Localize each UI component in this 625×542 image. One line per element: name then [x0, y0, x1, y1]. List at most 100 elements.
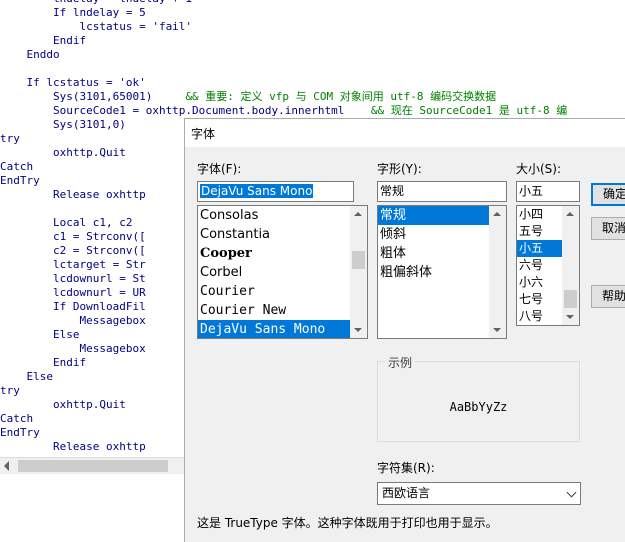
code-text: c2 = Strconv([	[0, 244, 146, 257]
code-text: Catch	[0, 412, 34, 425]
code-text: oxhttp.Quit	[0, 146, 126, 159]
code-text: SourceCode1 = oxhttp.Document.body.inner…	[0, 104, 371, 117]
list-item[interactable]: 小六	[517, 274, 562, 291]
font-style-value: 常规	[380, 184, 405, 198]
code-comment: && 现在 SourceCode1 是 utf-8 编	[370, 104, 568, 117]
code-text: Else	[0, 328, 80, 341]
code-text: try	[0, 384, 20, 397]
scroll-up-icon[interactable]	[493, 212, 501, 216]
code-text: Enddo	[0, 48, 60, 61]
code-text: c1 = Strconv([	[0, 230, 146, 243]
font-size-input[interactable]: 小五	[516, 181, 580, 202]
font-size-list[interactable]: 小四 五号 小五 六号 小六 七号 八号	[516, 205, 580, 326]
style-list-scrollbar[interactable]	[489, 206, 506, 338]
code-text: Sys(3101,0)	[0, 118, 126, 131]
ok-button[interactable]: 确定	[591, 183, 625, 206]
scroll-left-icon[interactable]	[4, 461, 9, 471]
style-label: 字形(Y):	[377, 162, 422, 176]
code-text: lcstatus = 'fail'	[0, 20, 193, 33]
scroll-down-icon[interactable]	[493, 328, 501, 332]
scroll-down-icon[interactable]	[354, 328, 362, 332]
code-text: Else	[0, 370, 53, 383]
scrollbar-thumb[interactable]	[564, 290, 577, 308]
charset-label: 字符集(R):	[377, 461, 435, 475]
code-text: lcdownurl = UR	[0, 286, 146, 299]
font-name-value: DejaVu Sans Mono	[200, 184, 314, 198]
code-line: Sys(3101,65001) && 重要: 定义 vfp 与 COM 对象间用…	[0, 90, 567, 104]
list-item[interactable]: 七号	[517, 291, 562, 308]
size-list-scrollbar[interactable]	[562, 206, 579, 325]
charset-select[interactable]: 西欧语言	[377, 482, 581, 505]
code-comment: && 重要: 定义 vfp 与 COM 对象间用 utf-8 编码交换数据	[185, 90, 497, 103]
code-text: Release oxhttp	[0, 188, 146, 201]
code-text: lcdownurl = St	[0, 272, 146, 285]
sample-label: 示例	[385, 354, 416, 371]
cancel-button[interactable]: 取消	[591, 217, 625, 240]
scroll-down-icon[interactable]	[566, 315, 574, 319]
code-line: SourceCode1 = oxhttp.Document.body.inner…	[0, 104, 567, 118]
code-line: Endif	[0, 34, 567, 48]
code-line: Enddo	[0, 48, 567, 62]
font-name-input[interactable]: DejaVu Sans Mono	[197, 181, 354, 202]
code-text: Messagebox	[0, 342, 146, 355]
list-item[interactable]: 粗体	[378, 244, 489, 263]
dialog-titlebar[interactable]: 字体	[185, 119, 625, 147]
list-item[interactable]: 常规	[378, 206, 489, 225]
code-text: Sys(3101,65001)	[0, 90, 186, 103]
list-item[interactable]: 小五	[517, 240, 562, 257]
font-style-list[interactable]: 常规 倾斜 粗体 粗偏斜体	[377, 205, 507, 339]
code-text: Endif	[0, 34, 87, 47]
scrollbar-thumb[interactable]	[352, 251, 365, 269]
list-item[interactable]: Consolas	[198, 206, 350, 225]
list-item[interactable]: Courier	[198, 282, 350, 301]
code-text: If DownloadFil	[0, 300, 146, 313]
list-item[interactable]: Corbel	[198, 263, 350, 282]
code-text: oxhttp.Quit	[0, 398, 126, 411]
font-label: 字体(F):	[197, 162, 242, 176]
sample-text: AaBbYyZz	[449, 400, 508, 414]
list-item[interactable]: 六号	[517, 257, 562, 274]
sample-group: AaBbYyZz	[377, 361, 580, 442]
code-text: EndTry	[0, 174, 40, 187]
list-item[interactable]: DejaVu Sans Mono	[198, 320, 350, 338]
scroll-up-icon[interactable]	[354, 212, 362, 216]
font-list-scrollbar[interactable]	[350, 206, 367, 338]
code-text: Local c1, c2	[0, 216, 133, 229]
code-text: Endif	[0, 356, 87, 369]
code-text: lndelay = lndelay + 1	[0, 0, 192, 5]
list-item[interactable]: Cooper	[198, 244, 350, 263]
code-text: try	[0, 132, 20, 145]
list-item[interactable]: Constantia	[198, 225, 350, 244]
scrollbar-thumb[interactable]	[18, 460, 168, 472]
help-button[interactable]: 帮助(H)	[591, 285, 625, 308]
code-text: Messagebox	[0, 314, 146, 327]
list-item[interactable]: 粗偏斜体	[378, 263, 489, 282]
code-line: lcstatus = 'fail'	[0, 20, 567, 34]
list-item[interactable]: 八号	[517, 308, 562, 325]
list-item[interactable]: 倾斜	[378, 225, 489, 244]
charset-value: 西欧语言	[382, 486, 431, 500]
list-item[interactable]: 五号	[517, 223, 562, 240]
chevron-down-icon	[566, 487, 577, 498]
dialog-title: 字体	[191, 127, 216, 141]
list-item[interactable]: Courier New	[198, 301, 350, 320]
scroll-up-icon[interactable]	[566, 212, 574, 216]
font-description: 这是 TrueType 字体。这种字体既用于打印也用于显示。	[197, 516, 498, 530]
code-text: EndTry	[0, 426, 40, 439]
code-text: If lndelay = 5	[0, 6, 146, 19]
font-style-input[interactable]: 常规	[377, 181, 507, 202]
size-label: 大小(S):	[516, 162, 562, 176]
font-size-value: 小五	[519, 184, 544, 198]
code-line: If lndelay = 5	[0, 6, 567, 20]
code-text: lctarget = Str	[0, 258, 146, 271]
font-list[interactable]: Consolas Constantia Cooper Corbel Courier Cou…	[197, 205, 368, 339]
code-text: Release oxhttp	[0, 440, 146, 453]
list-item[interactable]: 小四	[517, 206, 562, 223]
code-text: Catch	[0, 160, 34, 173]
font-dialog: 字体 字体(F): DejaVu Sans Mono Consolas Const…	[184, 118, 625, 542]
code-text: If lcstatus = 'ok'	[0, 76, 146, 89]
editor-horizontal-scrollbar[interactable]	[0, 457, 185, 474]
editor-bottom-area	[0, 474, 185, 541]
code-line: If lcstatus = 'ok'	[0, 76, 567, 90]
